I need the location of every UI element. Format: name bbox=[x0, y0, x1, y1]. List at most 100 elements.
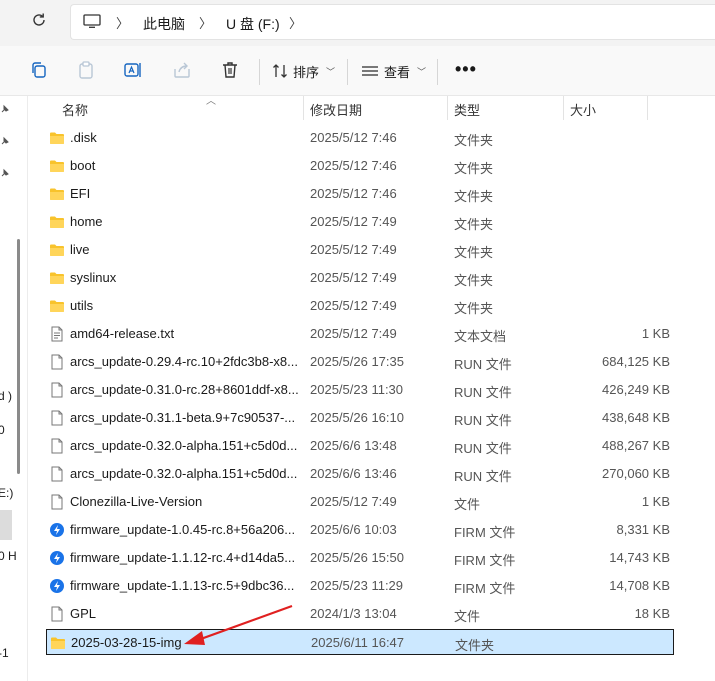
more-options-button[interactable]: ••• bbox=[455, 60, 477, 78]
share-icon[interactable] bbox=[172, 60, 192, 80]
nav-selected-item[interactable] bbox=[0, 510, 12, 540]
file-row[interactable]: arcs_update-0.32.0-alpha.151+c5d0d... 202… bbox=[46, 461, 674, 487]
column-date[interactable]: 修改日期 bbox=[310, 100, 362, 119]
file-date: 2025/5/26 17:35 bbox=[310, 354, 404, 369]
nav-item-fragment[interactable]: -1 bbox=[0, 646, 9, 660]
file-row[interactable]: firmware_update-1.1.12-rc.4+d14da5... 202… bbox=[46, 545, 674, 571]
file-row[interactable]: firmware_update-1.1.13-rc.5+9dbc36... 202… bbox=[46, 573, 674, 599]
file-icon bbox=[49, 382, 65, 398]
file-type: RUN 文件 bbox=[454, 441, 512, 456]
computer-icon bbox=[83, 14, 101, 28]
file-name: arcs_update-0.32.0-alpha.151+c5d0d... bbox=[70, 466, 298, 481]
file-row[interactable]: .disk 2025/5/12 7:46 文件夹 bbox=[46, 125, 674, 151]
refresh-icon[interactable] bbox=[28, 11, 50, 33]
chevron-right-icon[interactable]: 〉 bbox=[289, 13, 302, 32]
file-name: boot bbox=[70, 158, 96, 173]
rename-icon[interactable] bbox=[123, 60, 143, 80]
file-type: FIRM 文件 bbox=[454, 581, 516, 596]
file-name: Clonezilla-Live-Version bbox=[70, 494, 203, 509]
file-row-selected[interactable]: 2025-03-28-15-img 2025/6/11 16:47 文件夹 bbox=[46, 629, 674, 655]
column-divider[interactable] bbox=[563, 96, 564, 120]
copy-icon[interactable] bbox=[29, 60, 49, 80]
view-icon bbox=[362, 66, 378, 76]
text-file-icon bbox=[49, 326, 65, 342]
file-row[interactable]: Clonezilla-Live-Version 2025/5/12 7:49 文件 1… bbox=[46, 489, 674, 515]
column-size[interactable]: 大小 bbox=[570, 100, 596, 119]
delete-icon[interactable] bbox=[220, 60, 240, 80]
file-type: 文件夹 bbox=[454, 133, 494, 148]
file-name: .disk bbox=[70, 130, 97, 145]
file-name: arcs_update-0.29.4-rc.10+2fdc3b8-x8... bbox=[70, 354, 299, 369]
file-name: firmware_update-1.1.12-rc.4+d14da5... bbox=[70, 550, 296, 565]
file-row[interactable]: arcs_update-0.31.0-rc.28+8601ddf-x8... 20… bbox=[46, 377, 674, 403]
file-name: arcs_update-0.32.0-alpha.151+c5d0d... bbox=[70, 438, 298, 453]
nav-scrollbar[interactable] bbox=[17, 239, 20, 474]
pin-icon[interactable] bbox=[0, 104, 10, 114]
folder-icon bbox=[49, 158, 65, 174]
file-type: 文件夹 bbox=[454, 217, 494, 232]
toolbar-divider bbox=[347, 59, 348, 85]
firmware-file-icon bbox=[49, 550, 65, 566]
file-date: 2024/1/3 13:04 bbox=[310, 606, 397, 621]
folder-icon bbox=[49, 214, 65, 230]
file-type: 文件 bbox=[454, 609, 481, 624]
file-row[interactable]: EFI 2025/5/12 7:46 文件夹 bbox=[46, 181, 674, 207]
nav-item-fragment[interactable]: E:) bbox=[0, 486, 13, 500]
file-type: RUN 文件 bbox=[454, 413, 512, 428]
file-row[interactable]: arcs_update-0.29.4-rc.10+2fdc3b8-x8... 20… bbox=[46, 349, 674, 375]
nav-item-fragment[interactable]: 0 bbox=[0, 423, 5, 437]
nav-item-fragment[interactable]: 0 H bbox=[0, 549, 17, 563]
folder-icon bbox=[49, 298, 65, 314]
file-row[interactable]: amd64-release.txt 2025/5/12 7:49 文本文档 1 KB bbox=[46, 321, 674, 347]
paste-icon[interactable] bbox=[76, 60, 96, 80]
pin-icon[interactable] bbox=[0, 136, 10, 146]
view-button[interactable]: 查看 ﹀ bbox=[361, 60, 426, 82]
file-size: 1 KB bbox=[641, 494, 670, 509]
file-icon bbox=[49, 494, 65, 510]
column-divider[interactable] bbox=[647, 96, 648, 120]
file-row[interactable]: arcs_update-0.31.1-beta.9+7c90537-... 202… bbox=[46, 405, 674, 431]
file-row[interactable]: utils 2025/5/12 7:49 文件夹 bbox=[46, 293, 674, 319]
folder-icon bbox=[49, 270, 65, 286]
file-date: 2025/5/12 7:46 bbox=[310, 158, 397, 173]
nav-item-fragment[interactable]: d ) bbox=[0, 389, 12, 403]
chevron-down-icon: ﹀ bbox=[417, 66, 427, 77]
pin-icon[interactable] bbox=[0, 168, 10, 178]
file-row[interactable]: boot 2025/5/12 7:46 文件夹 bbox=[46, 153, 674, 179]
file-row[interactable]: GPL 2024/1/3 13:04 文件 18 KB bbox=[46, 601, 674, 627]
file-row[interactable]: home 2025/5/12 7:49 文件夹 bbox=[46, 209, 674, 235]
red-arrow-annotation bbox=[184, 604, 293, 645]
file-size: 14,708 KB bbox=[609, 578, 670, 593]
file-date: 2025/6/6 10:03 bbox=[310, 522, 397, 537]
file-row[interactable]: syslinux 2025/5/12 7:49 文件夹 bbox=[46, 265, 674, 291]
chevron-right-icon[interactable]: 〉 bbox=[199, 13, 212, 32]
column-divider[interactable] bbox=[447, 96, 448, 120]
file-type: RUN 文件 bbox=[454, 469, 512, 484]
file-name: home bbox=[70, 214, 103, 229]
sort-button[interactable]: 排序 ﹀ bbox=[272, 60, 335, 82]
file-date: 2025/5/12 7:49 bbox=[310, 242, 397, 257]
file-row[interactable]: firmware_update-1.0.45-rc.8+56a206... 202… bbox=[46, 517, 674, 543]
file-name: syslinux bbox=[70, 270, 117, 285]
column-type[interactable]: 类型 bbox=[454, 100, 480, 119]
chevron-right-icon[interactable]: 〉 bbox=[116, 13, 129, 32]
column-name[interactable]: 名称 bbox=[62, 100, 88, 119]
breadcrumb-usb-drive[interactable]: U 盘 (F:) bbox=[226, 14, 280, 34]
file-size: 270,060 KB bbox=[602, 466, 670, 481]
file-date: 2025/5/12 7:46 bbox=[310, 186, 397, 201]
column-divider[interactable] bbox=[303, 96, 304, 120]
navigation-pane: d ) 0 E:) 0 H -1 bbox=[0, 96, 28, 681]
folder-icon bbox=[49, 186, 65, 202]
breadcrumb-this-pc[interactable]: 此电脑 bbox=[143, 14, 185, 34]
file-row[interactable]: arcs_update-0.32.0-alpha.151+c5d0d... 202… bbox=[46, 433, 674, 459]
file-type: 文件夹 bbox=[454, 301, 494, 316]
file-name: live bbox=[70, 242, 90, 257]
address-box[interactable]: 〉 此电脑 〉 U 盘 (F:) 〉 bbox=[70, 4, 715, 40]
command-bar: 排序 ﹀ 查看 ﹀ ••• bbox=[0, 46, 715, 96]
file-size: 438,648 KB bbox=[602, 410, 670, 425]
file-row[interactable]: live 2025/5/12 7:49 文件夹 bbox=[46, 237, 674, 263]
file-date: 2025/5/12 7:49 bbox=[310, 298, 397, 313]
file-date: 2025/5/26 15:50 bbox=[310, 550, 404, 565]
file-name: arcs_update-0.31.1-beta.9+7c90537-... bbox=[70, 410, 296, 425]
toolbar-divider bbox=[437, 59, 438, 85]
